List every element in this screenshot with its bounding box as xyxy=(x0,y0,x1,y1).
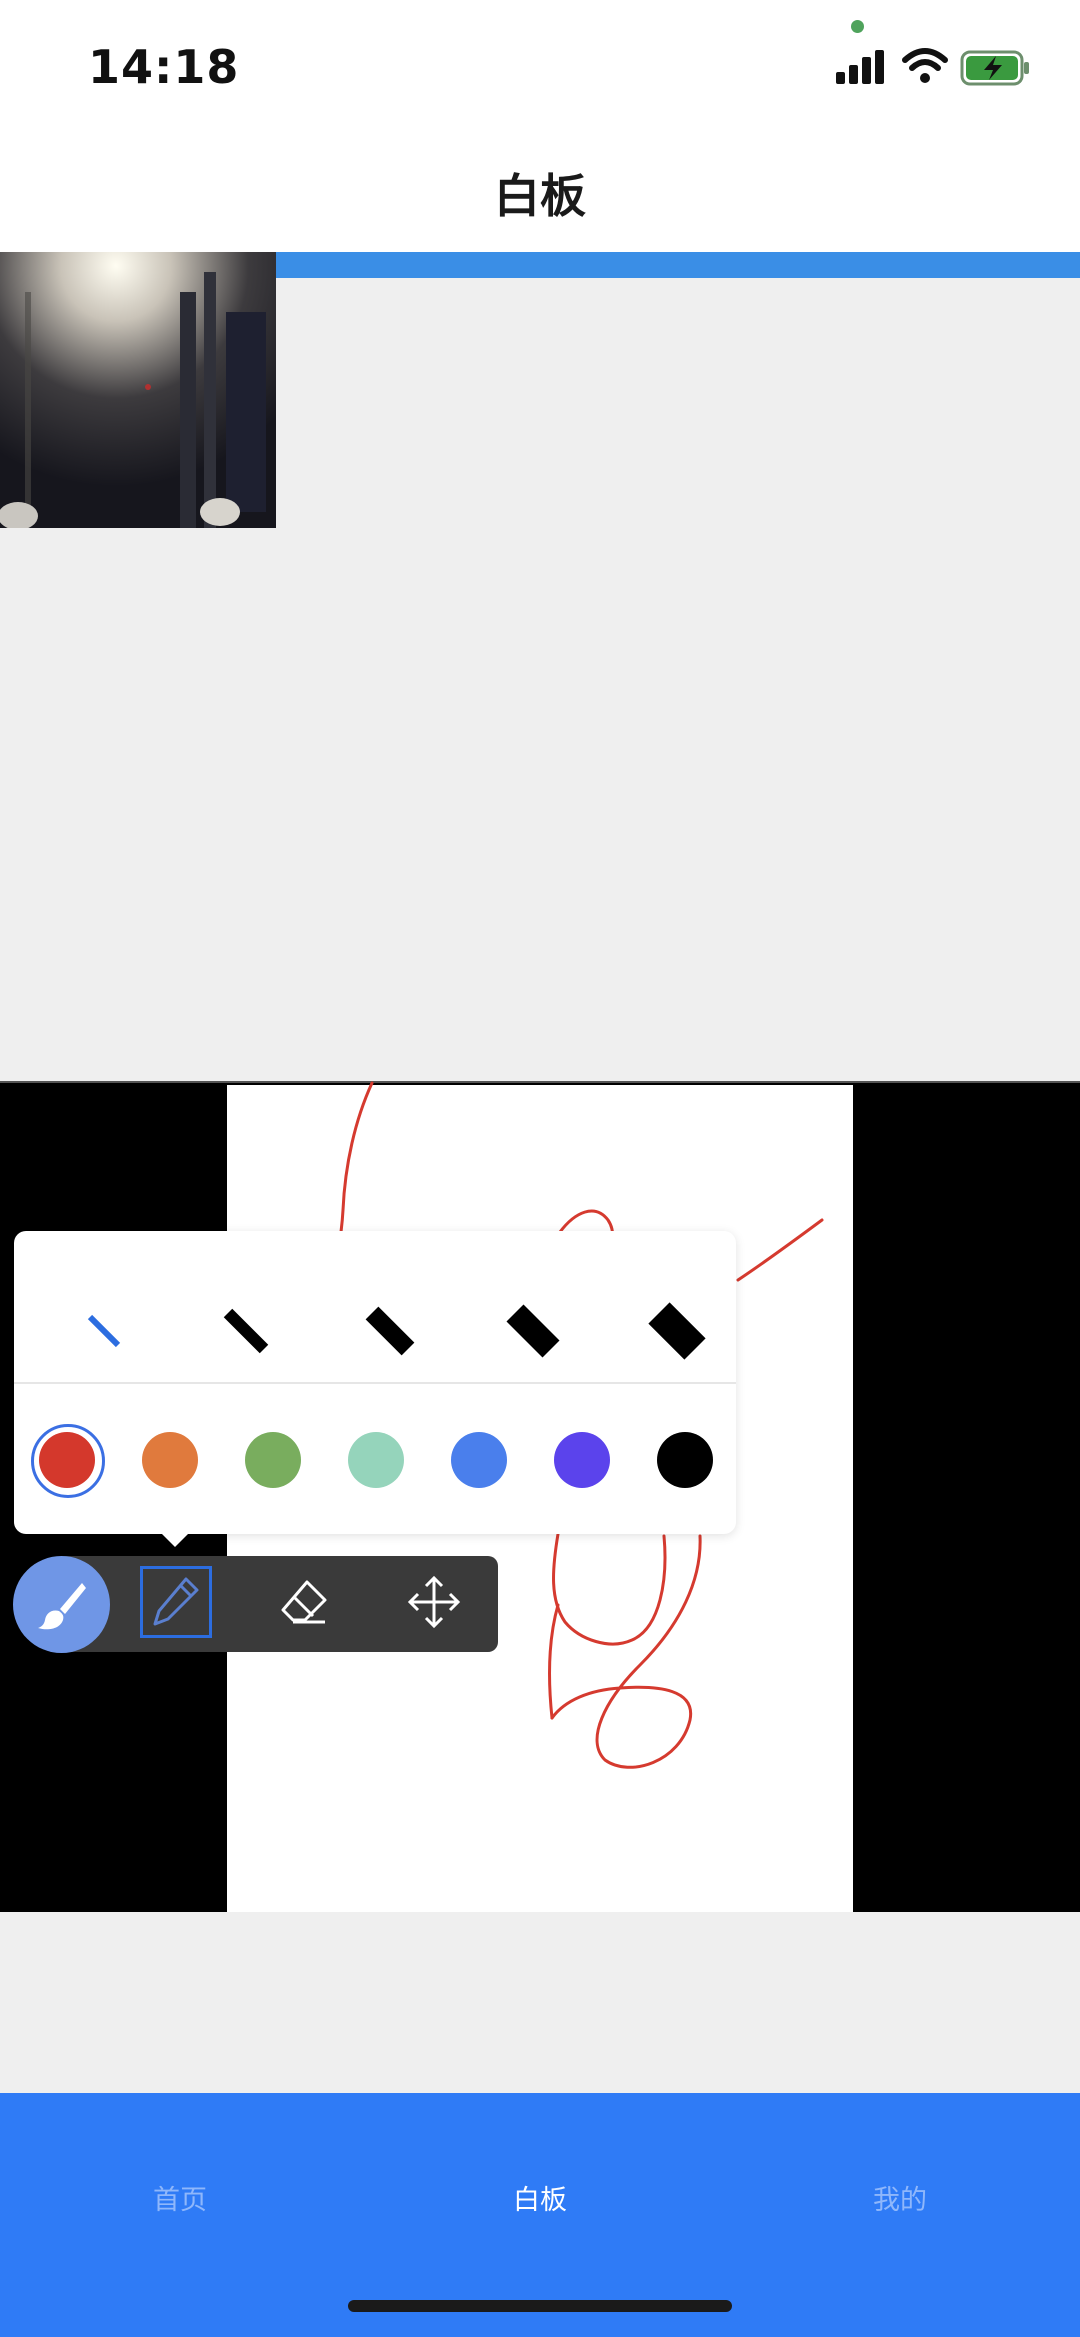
brush-tool-button[interactable] xyxy=(13,1556,110,1653)
video-thumbnail[interactable] xyxy=(0,252,276,528)
status-time: 14:18 xyxy=(88,40,240,94)
panel-pointer xyxy=(160,1532,190,1547)
brush-icon xyxy=(37,1582,86,1629)
whiteboard-top-border xyxy=(0,1081,1080,1083)
tab-profile[interactable]: 我的 xyxy=(720,2178,1080,2217)
eraser-tool-button[interactable] xyxy=(268,1566,340,1638)
stroke-size-option[interactable] xyxy=(637,1301,717,1361)
color-swatch-blue[interactable] xyxy=(451,1432,507,1488)
tab-home[interactable]: 首页 xyxy=(0,2178,360,2217)
cellular-signal-icon xyxy=(836,50,884,84)
color-swatch-orange[interactable] xyxy=(142,1432,198,1488)
color-swatch-green[interactable] xyxy=(245,1432,301,1488)
stroke-size-option[interactable] xyxy=(493,1301,573,1361)
stroke-size-option[interactable] xyxy=(64,1301,144,1361)
pencil-tool-button[interactable] xyxy=(140,1566,212,1638)
pencil-icon xyxy=(153,1577,199,1626)
panel-divider xyxy=(14,1382,736,1384)
home-indicator xyxy=(348,2300,732,2312)
camera-indicator-dot xyxy=(851,20,864,33)
eraser-icon xyxy=(281,1580,327,1624)
color-swatch-purple[interactable] xyxy=(554,1432,610,1488)
move-tool-button[interactable] xyxy=(398,1566,470,1638)
move-icon xyxy=(407,1575,461,1629)
stroke-size-option[interactable] xyxy=(206,1301,286,1361)
battery-charging-icon xyxy=(960,50,1029,86)
color-swatch-mint[interactable] xyxy=(348,1432,404,1488)
color-swatch-black[interactable] xyxy=(657,1432,713,1488)
stroke-size-option[interactable] xyxy=(350,1301,430,1361)
tab-whiteboard[interactable]: 白板 xyxy=(360,2178,720,2217)
color-swatch-red[interactable] xyxy=(39,1432,95,1488)
page-title: 白板 xyxy=(494,169,586,223)
wifi-icon xyxy=(902,48,948,83)
video-strip-bar xyxy=(276,252,1080,278)
